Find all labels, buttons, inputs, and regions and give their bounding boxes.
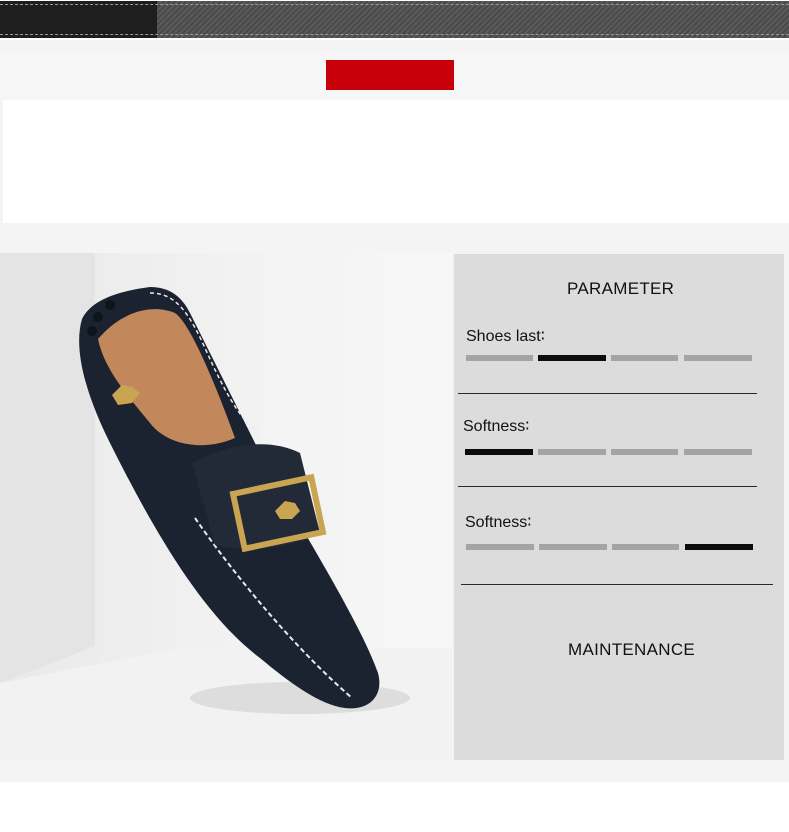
product-photo [0, 253, 452, 760]
bottom-strip [0, 782, 789, 832]
scale-segment-3 [612, 544, 679, 550]
banner-stitch-top [0, 4, 789, 5]
shoes-last-scale [466, 355, 752, 361]
shoes-last-label: Shoes last∶ [466, 328, 545, 345]
softness-scale-2 [466, 544, 753, 550]
parameter-panel: PARAMETER Shoes last∶ Softness∶ Softness… [454, 254, 784, 760]
scale-segment-4 [684, 449, 752, 455]
top-banner [0, 0, 789, 40]
softness-scale [465, 449, 752, 455]
scale-segment-4 [685, 544, 753, 550]
scale-segment-3 [611, 355, 678, 361]
banner-stitch-bottom [0, 34, 789, 35]
banner-dark-block [0, 1, 157, 38]
scale-segment-2 [539, 544, 607, 550]
banner-pattern [157, 1, 789, 38]
softness-label: Softness∶ [463, 418, 530, 435]
scale-segment-1 [465, 449, 533, 455]
scale-segment-2 [538, 355, 606, 361]
scale-segment-3 [611, 449, 678, 455]
loafer-image [0, 253, 452, 760]
scale-segment-1 [466, 544, 534, 550]
scale-segment-2 [538, 449, 606, 455]
heel-nub [87, 326, 97, 336]
blank-panel [3, 100, 789, 223]
maintenance-title: MAINTENANCE [568, 640, 696, 659]
softness-label-2: Softness∶ [465, 514, 532, 531]
row-divider [458, 486, 757, 487]
wall-shadow [0, 253, 95, 683]
heel-nub [105, 300, 115, 310]
parameter-title: PARAMETER [567, 279, 675, 298]
row-divider [461, 584, 773, 585]
red-accent-block [326, 60, 454, 90]
heel-nub [93, 312, 103, 322]
row-divider [458, 393, 757, 394]
scale-segment-4 [684, 355, 752, 361]
scale-segment-1 [466, 355, 533, 361]
